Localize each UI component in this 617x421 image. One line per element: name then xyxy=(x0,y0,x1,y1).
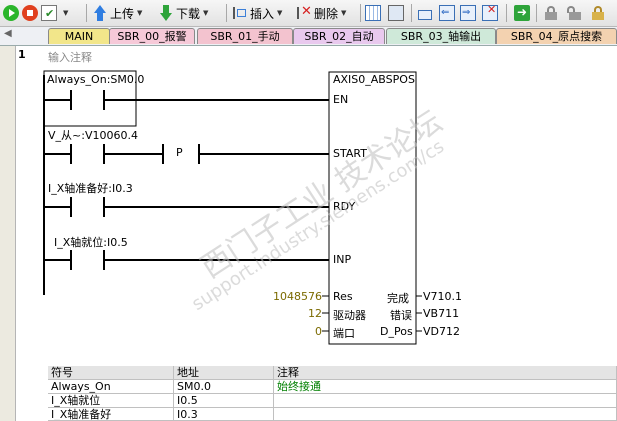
insert-label: 插入 xyxy=(250,6,275,21)
compile-button[interactable]: ✔ xyxy=(41,3,57,23)
toolbar-separator xyxy=(411,4,412,22)
table-row-comment[interactable]: 始终接通 xyxy=(274,380,617,394)
pin-port: 端口 xyxy=(333,327,355,340)
remove-box-icon: ✕ xyxy=(482,3,498,21)
chevron-down-icon: ▼ xyxy=(341,9,347,17)
insert-icon xyxy=(232,5,248,21)
box-icon xyxy=(418,9,432,20)
jump-left-button[interactable]: ⇐ xyxy=(439,3,455,23)
chevron-down-icon: ▼ xyxy=(203,9,209,17)
upload-label: 上传 xyxy=(110,6,135,21)
chevron-down-icon: ▼ xyxy=(137,9,143,17)
lock-key-icon xyxy=(590,5,606,21)
program-tabs: ◀ MAIN SBR_00_报警 SBR_01_手动 SBR_02_自动 SBR… xyxy=(0,27,617,46)
port-value[interactable]: 0 xyxy=(315,325,322,338)
run-icon xyxy=(3,5,19,21)
go-arrow-icon: ➜ xyxy=(514,5,530,21)
lock-button[interactable] xyxy=(543,3,559,23)
contact-label-x-ready[interactable]: I_X轴准备好:I0.3 xyxy=(48,180,133,196)
download-button[interactable]: 下载 ▼ xyxy=(158,3,208,23)
options-dropdown[interactable]: ▼ xyxy=(60,3,68,23)
error-output[interactable]: VB711 xyxy=(423,307,459,320)
table-row-symbol[interactable]: Always_On xyxy=(48,380,174,394)
toolbar-separator xyxy=(86,4,87,22)
checklist-icon: ✔ xyxy=(41,5,57,21)
table-row-address[interactable]: I0.5 xyxy=(174,394,274,408)
lock-icon xyxy=(543,5,559,21)
pin-error: 错误 xyxy=(390,309,412,322)
block-title: AXIS0_ABSPOS xyxy=(333,73,415,86)
pin-done: 完成 xyxy=(387,292,409,305)
go-button[interactable]: ➜ xyxy=(514,3,530,23)
res-value[interactable]: 1048576 xyxy=(273,290,322,303)
upload-arrow-icon xyxy=(92,5,108,21)
insert-button[interactable]: 插入 ▼ xyxy=(232,3,282,23)
tab-sbr01-manual[interactable]: SBR_01_手动 xyxy=(197,28,293,44)
table-row-comment[interactable] xyxy=(274,394,617,408)
run-button[interactable] xyxy=(3,3,19,23)
symbol-header: 符号 xyxy=(48,366,174,380)
chevron-left-icon[interactable]: ◀ xyxy=(4,28,12,39)
toolbar-separator xyxy=(506,4,507,22)
remove-box-button[interactable]: ✕ xyxy=(482,3,498,23)
dpos-output[interactable]: VD712 xyxy=(423,325,460,338)
network-number: 1 xyxy=(18,48,26,61)
edge-label-p: P xyxy=(176,146,183,159)
tab-sbr04-home-search[interactable]: SBR_04_原点搜索 xyxy=(496,28,617,44)
protect-button[interactable] xyxy=(590,3,606,23)
comment-header: 注释 xyxy=(274,366,617,380)
table-row-address[interactable]: I0.3 xyxy=(174,408,274,421)
chevron-down-icon: ▼ xyxy=(277,9,283,17)
pin-res: Res xyxy=(333,290,353,303)
unlock-icon xyxy=(566,5,582,21)
symbol-table: 符号 地址 注释 Always_On SM0.0 始终接通 I_X轴就位 I0.… xyxy=(48,366,617,421)
table-row-comment[interactable] xyxy=(274,408,617,421)
drive-value[interactable]: 12 xyxy=(308,307,322,320)
pin-en: EN xyxy=(333,93,349,106)
table-row-symbol[interactable]: I_X轴准备好 xyxy=(48,408,174,421)
network-tool-button[interactable] xyxy=(365,3,381,23)
arrow-right-box-icon: ⇒ xyxy=(460,5,476,21)
tab-sbr03-axis-output[interactable]: SBR_03_轴输出 xyxy=(386,28,496,44)
network-gutter xyxy=(0,46,16,421)
toolbar: ✔ ▼ 上传 ▼ 下载 ▼ 插入 ▼ ✕ 删除 ▼ ⇐ ⇒ ✕ ➜ xyxy=(0,0,617,27)
arrow-left-box-icon: ⇐ xyxy=(439,5,455,21)
toolbar-separator xyxy=(360,4,361,22)
tab-main[interactable]: MAIN xyxy=(48,28,110,44)
toolbar-separator xyxy=(226,4,227,22)
unlock-button[interactable] xyxy=(566,3,582,23)
chevron-down-icon: ▼ xyxy=(63,9,69,17)
pin-dpos: D_Pos xyxy=(380,325,413,338)
download-arrow-icon xyxy=(158,5,174,21)
address-header: 地址 xyxy=(174,366,274,380)
tab-sbr00-alarm[interactable]: SBR_00_报警 xyxy=(109,28,195,44)
pin-drive: 驱动器 xyxy=(333,309,366,322)
delete-button[interactable]: ✕ 删除 ▼ xyxy=(296,3,346,23)
delete-label: 删除 xyxy=(314,6,339,21)
stop-button[interactable] xyxy=(22,3,38,23)
done-output[interactable]: V710.1 xyxy=(423,290,462,303)
box-button[interactable] xyxy=(418,3,432,23)
delete-icon: ✕ xyxy=(296,4,312,21)
contact-label-v-from[interactable]: V_从~:V10060.4 xyxy=(48,127,138,143)
contact-label-always-on[interactable]: Always_On:SM0.0 xyxy=(47,73,144,86)
contact-label-x-inpos[interactable]: I_X轴就位:I0.5 xyxy=(54,234,128,250)
tab-sbr02-auto[interactable]: SBR_02_自动 xyxy=(293,28,385,44)
table-row-address[interactable]: SM0.0 xyxy=(174,380,274,394)
stop-icon xyxy=(22,5,38,21)
pin-inp: INP xyxy=(333,253,352,266)
jump-right-button[interactable]: ⇒ xyxy=(460,3,476,23)
network-tool-button-2[interactable] xyxy=(388,3,404,23)
network-grid-icon xyxy=(365,5,381,21)
table-row-symbol[interactable]: I_X轴就位 xyxy=(48,394,174,408)
toolbar-separator xyxy=(536,4,537,22)
network-box-icon xyxy=(388,5,404,21)
upload-button[interactable]: 上传 ▼ xyxy=(92,3,142,23)
download-label: 下载 xyxy=(176,6,201,21)
